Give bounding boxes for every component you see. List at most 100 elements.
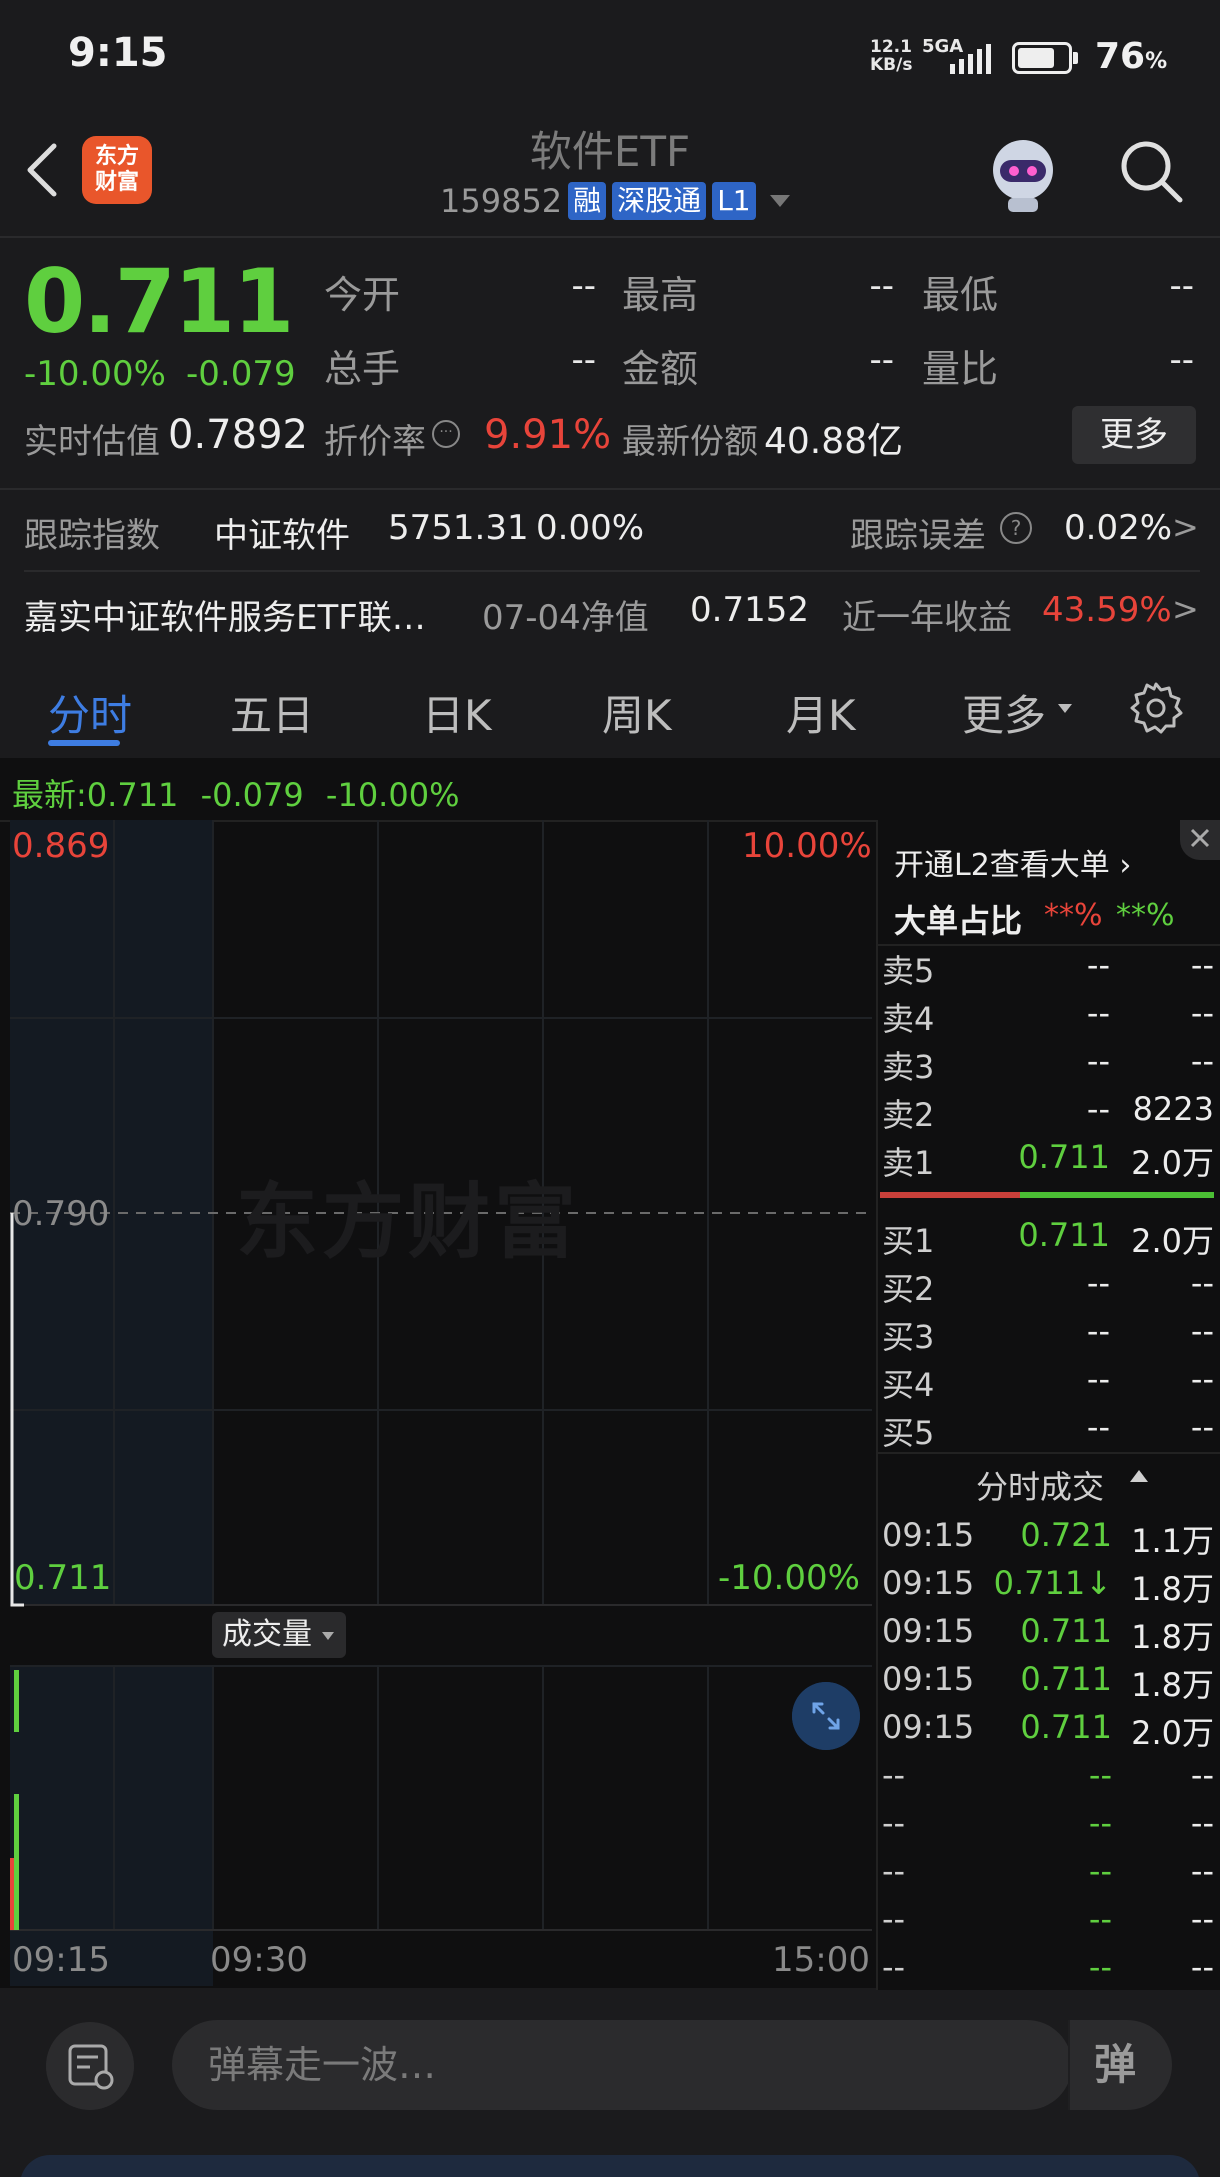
bid-ask-ratio-bar — [880, 1192, 1214, 1198]
back-arrow-icon[interactable] — [22, 140, 62, 200]
more-button[interactable]: 更多 — [1072, 406, 1196, 464]
stat-label-amount: 金额 — [622, 347, 699, 391]
stat-value-low: -- — [1169, 266, 1194, 306]
buy-level-price: -- — [1086, 1264, 1110, 1302]
sell-level-volume: -- — [1190, 1042, 1214, 1080]
close-icon[interactable] — [1180, 820, 1220, 860]
chart-min-price: 0.711 — [14, 1558, 112, 1598]
trade-price: -- — [1088, 1900, 1112, 1938]
stock-code-row[interactable]: 159852 融 深股通 L1 — [440, 182, 790, 220]
sell-level-volume: 2.0万 — [1131, 1144, 1214, 1182]
trade-price: -- — [1088, 1948, 1112, 1986]
tag-margin: 融 — [568, 182, 607, 220]
tab-five-day[interactable]: 五日 — [230, 682, 314, 743]
big-order-buy: **% — [1044, 898, 1103, 933]
danmu-settings-icon[interactable] — [46, 2022, 134, 2110]
robot-assistant-icon[interactable] — [978, 128, 1068, 218]
trade-price: 0.711↓ — [993, 1564, 1112, 1602]
divider — [24, 570, 1200, 572]
chart-max-pct: 10.00% — [742, 826, 872, 866]
trade-price: 0.711 — [1020, 1660, 1112, 1698]
buy-level-price: 0.711 — [1018, 1216, 1110, 1254]
divider — [876, 1452, 1220, 1454]
tracking-index-name[interactable]: 中证软件 — [214, 508, 350, 557]
open-l2-link[interactable]: 开通L2查看大单 › — [894, 840, 1131, 884]
watermark-text: 东方财富 — [236, 1175, 581, 1270]
year-return-value[interactable]: 43.59% — [1042, 590, 1172, 630]
battery-level — [1018, 48, 1054, 68]
caret-down-icon — [1058, 704, 1072, 713]
tab-monthly-k[interactable]: 月K — [786, 682, 856, 743]
danmu-input[interactable]: 弹幕走一波… — [172, 2020, 1072, 2110]
volume-chart[interactable] — [0, 1610, 875, 1990]
stat-value-high: -- — [869, 266, 894, 306]
linked-fund-name[interactable]: 嘉实中证软件服务ETF联… — [24, 590, 426, 639]
expand-icon[interactable] — [792, 1682, 860, 1750]
latest-pct: -10.00% — [325, 776, 460, 814]
search-icon[interactable] — [1118, 138, 1184, 204]
discount-value: 9.91% — [484, 412, 612, 458]
nav-value: 0.7152 — [690, 590, 809, 630]
time-label-close: 15:00 — [772, 1940, 870, 1980]
stat-label-ratio: 量比 — [922, 347, 999, 391]
stat-value-ratio: -- — [1169, 340, 1194, 380]
chevron-right-icon[interactable]: > — [1172, 590, 1199, 628]
tab-weekly-k[interactable]: 周K — [602, 682, 672, 743]
chevron-down-icon[interactable] — [769, 195, 790, 207]
latest-price-line: 最新:0.711 -0.079 -10.00% — [12, 770, 459, 816]
battery-icon — [1012, 42, 1072, 74]
trade-volume: 1.1万 — [1131, 1522, 1214, 1560]
sell-level-volume: -- — [1190, 994, 1214, 1032]
latest-label: 最新: — [12, 776, 87, 814]
chart-min-pct: -10.00% — [718, 1558, 860, 1598]
nav-label: 07-04净值 — [482, 598, 649, 638]
change-percent: -10.00% — [24, 354, 166, 394]
tracking-error-value[interactable]: 0.02% — [1064, 508, 1172, 548]
caret-up-icon[interactable] — [1130, 1470, 1148, 1482]
trade-time: -- — [882, 1948, 906, 1986]
stock-name: 软件ETF — [529, 127, 691, 176]
bottom-sheet-handle[interactable] — [20, 2155, 1200, 2177]
current-price: 0.711 — [24, 250, 294, 353]
info-icon[interactable]: ··· — [432, 420, 460, 448]
tab-intraday[interactable]: 分时 — [48, 682, 132, 743]
danmu-toggle-button[interactable]: 弹 — [1068, 2020, 1172, 2110]
trades-title[interactable]: 分时成交 — [976, 1462, 1104, 1508]
big-order-sell: **% — [1116, 898, 1175, 933]
trade-price: -- — [1088, 1756, 1112, 1794]
divider — [0, 488, 1220, 490]
trade-volume: -- — [1190, 1900, 1214, 1938]
buy-level-volume: -- — [1190, 1264, 1214, 1302]
buy-level-volume: -- — [1190, 1360, 1214, 1398]
speed-value: 12.1 — [870, 37, 912, 57]
trade-volume: 2.0万 — [1131, 1714, 1214, 1752]
stock-code: 159852 — [440, 182, 563, 220]
shares-value: 40.88亿 — [764, 421, 904, 462]
tab-daily-k[interactable]: 日K — [422, 682, 492, 743]
time-label-open: 09:15 — [12, 1940, 110, 1980]
sell-level-volume: -- — [1190, 946, 1214, 984]
logo-text-2: 财富 — [94, 170, 139, 195]
trade-volume: -- — [1190, 1852, 1214, 1890]
trade-price: 0.711 — [1020, 1708, 1112, 1746]
trade-price: -- — [1088, 1852, 1112, 1890]
change-amount: -0.079 — [186, 354, 296, 394]
stat-label-volume: 总手 — [324, 347, 401, 391]
trade-time: -- — [882, 1804, 906, 1842]
year-return-label: 近一年收益 — [842, 598, 1012, 638]
stat-label-high: 最高 — [622, 273, 699, 317]
app-logo[interactable]: 东方 财富 — [82, 136, 152, 204]
big-order-label: 大单占比 — [894, 902, 1023, 940]
trade-time: -- — [882, 1900, 906, 1938]
gear-icon[interactable] — [1128, 680, 1184, 736]
stat-value-amount: -- — [869, 340, 894, 380]
help-icon[interactable]: ? — [1000, 512, 1032, 544]
chart-max-price: 0.869 — [12, 826, 110, 866]
chevron-right-icon[interactable]: > — [1172, 508, 1199, 546]
network-speed: 12.1 KB/s — [870, 38, 912, 74]
latest-change: -0.079 — [200, 776, 304, 814]
sell-level-price: -- — [1086, 1090, 1110, 1128]
buy-level-price: -- — [1086, 1408, 1110, 1446]
caret-down-icon — [322, 1632, 334, 1640]
tab-more[interactable]: 更多 — [962, 682, 1046, 743]
